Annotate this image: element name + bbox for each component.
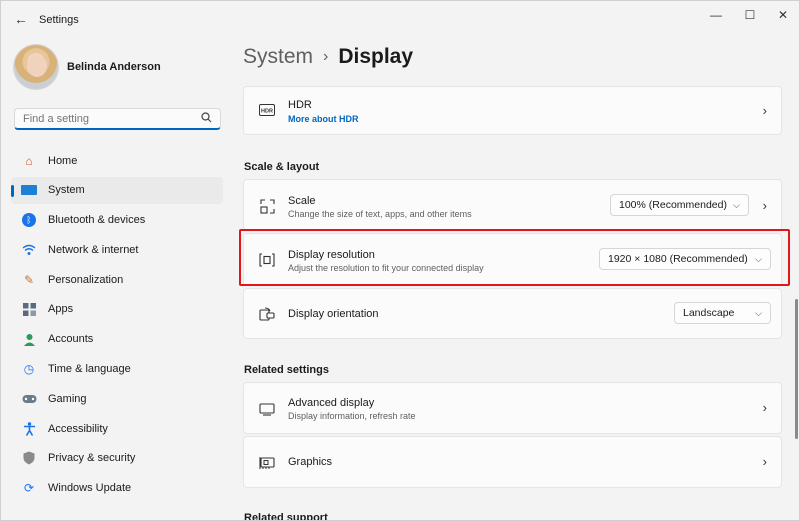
bluetooth-icon: ᛒ: [21, 212, 37, 228]
chevron-right-icon: ›: [762, 454, 767, 469]
sidebar-item-privacy-security[interactable]: Privacy & security: [11, 445, 223, 472]
wifi-icon: [21, 242, 37, 258]
breadcrumb: System › Display: [243, 45, 413, 69]
display-orientation-title: Display orientation: [288, 308, 379, 320]
sidebar-item-label: Time & language: [48, 363, 131, 376]
monitor-icon: [258, 400, 276, 418]
hdr-card[interactable]: HDR HDR More about HDR ›: [243, 86, 782, 135]
hdr-icon: HDR: [258, 101, 276, 119]
search-input[interactable]: [23, 112, 193, 125]
sidebar-nav: ⌂ Home System ᛒ Bluetooth & devices Netw…: [11, 147, 223, 505]
section-title-related-settings: Related settings: [244, 364, 329, 376]
chevron-right-icon: ›: [762, 103, 767, 118]
user-profile[interactable]: Belinda Anderson: [13, 43, 161, 91]
section-title-scale-layout: Scale & layout: [244, 161, 320, 173]
gamepad-icon: [21, 391, 37, 407]
sidebar-item-label: Privacy & security: [48, 452, 136, 465]
home-icon: ⌂: [25, 153, 33, 168]
minimize-icon: —: [710, 8, 722, 22]
orientation-icon: [258, 305, 276, 323]
chevron-down-icon: ⌵: [755, 307, 762, 318]
sidebar-item-windows-update[interactable]: ⟳ Windows Update: [11, 475, 223, 502]
section-title-related-support: Related support: [244, 512, 328, 521]
user-name: Belinda Anderson: [67, 61, 161, 73]
chevron-right-icon[interactable]: ›: [763, 198, 767, 213]
brush-icon: ✎: [23, 272, 35, 287]
sidebar-item-label: Home: [48, 154, 78, 167]
scale-subtitle: Change the size of text, apps, and other…: [288, 209, 472, 219]
highlight-box: [239, 229, 790, 286]
settings-window: ← Settings — ☐ ✕ Belinda Anderson ⌂ Home…: [0, 0, 800, 521]
app-title: Settings: [39, 14, 79, 26]
graphics-card[interactable]: Graphics ›: [243, 436, 782, 488]
chevron-right-icon: ›: [762, 400, 767, 415]
back-arrow-icon: ←: [14, 11, 28, 27]
breadcrumb-separator: ›: [323, 48, 329, 65]
sidebar-item-network[interactable]: Network & internet: [11, 236, 223, 263]
advanced-display-subtitle: Display information, refresh rate: [288, 411, 416, 421]
breadcrumb-parent[interactable]: System: [243, 45, 313, 69]
apps-icon: [21, 301, 37, 317]
sidebar-item-apps[interactable]: Apps: [11, 296, 223, 323]
chevron-down-icon: ⌵: [733, 199, 740, 210]
scale-icon: [258, 197, 276, 215]
display-orientation-value: Landscape: [683, 307, 735, 319]
graphics-title: Graphics: [288, 456, 333, 468]
display-orientation-card: Display orientation Landscape ⌵: [243, 288, 782, 339]
sidebar-item-system[interactable]: System: [11, 176, 223, 204]
sidebar-item-label: Accessibility: [48, 422, 108, 435]
sidebar-item-home[interactable]: ⌂ Home: [11, 147, 223, 174]
close-icon: ✕: [777, 8, 789, 22]
avatar: [13, 44, 59, 90]
sidebar-item-label: Apps: [48, 303, 74, 316]
title-bar: ← Settings — ☐ ✕: [1, 1, 799, 37]
sidebar-item-personalization[interactable]: ✎ Personalization: [11, 266, 223, 293]
accessibility-icon: [21, 421, 37, 437]
shield-icon: [21, 450, 37, 466]
sidebar-item-label: Personalization: [48, 273, 124, 286]
page-title: Display: [338, 45, 414, 68]
system-icon: [21, 182, 37, 198]
sidebar-item-accounts[interactable]: Accounts: [11, 326, 223, 353]
more-about-hdr-link[interactable]: More about HDR: [288, 114, 359, 124]
sidebar-item-gaming[interactable]: Gaming: [11, 385, 223, 412]
clock-globe-icon: ◷: [23, 362, 35, 377]
display-orientation-dropdown[interactable]: Landscape ⌵: [674, 302, 771, 324]
sidebar-item-label: Windows Update: [48, 482, 132, 495]
scale-card[interactable]: Scale Change the size of text, apps, and…: [243, 179, 782, 231]
sidebar-item-label: Accounts: [48, 333, 94, 346]
back-button[interactable]: ←: [11, 9, 31, 29]
graphics-card-icon: [258, 454, 276, 472]
scale-dropdown[interactable]: 100% (Recommended) ⌵: [610, 194, 749, 216]
sidebar-item-bluetooth[interactable]: ᛒ Bluetooth & devices: [11, 207, 223, 234]
scale-dropdown-value: 100% (Recommended): [619, 199, 727, 211]
sidebar-item-label: Gaming: [48, 392, 87, 405]
advanced-display-card[interactable]: Advanced display Display information, re…: [243, 382, 782, 434]
scrollbar-thumb[interactable]: [795, 299, 798, 439]
scale-title: Scale: [288, 195, 316, 207]
hdr-title: HDR: [288, 99, 312, 111]
accounts-icon: [21, 331, 37, 347]
search-icon[interactable]: [201, 111, 212, 126]
svg-text:HDR: HDR: [261, 109, 273, 115]
advanced-display-title: Advanced display: [288, 397, 375, 409]
close-button[interactable]: ✕: [760, 1, 799, 29]
sidebar-item-time-language[interactable]: ◷ Time & language: [11, 356, 223, 383]
sidebar-item-accessibility[interactable]: Accessibility: [11, 415, 223, 442]
sidebar-item-label: Bluetooth & devices: [48, 214, 146, 227]
maximize-icon: ☐: [744, 8, 756, 22]
sidebar-item-label: Network & internet: [48, 243, 139, 256]
update-icon: ⟳: [23, 481, 35, 496]
search-box[interactable]: [14, 108, 221, 130]
sidebar-item-label: System: [48, 184, 85, 197]
